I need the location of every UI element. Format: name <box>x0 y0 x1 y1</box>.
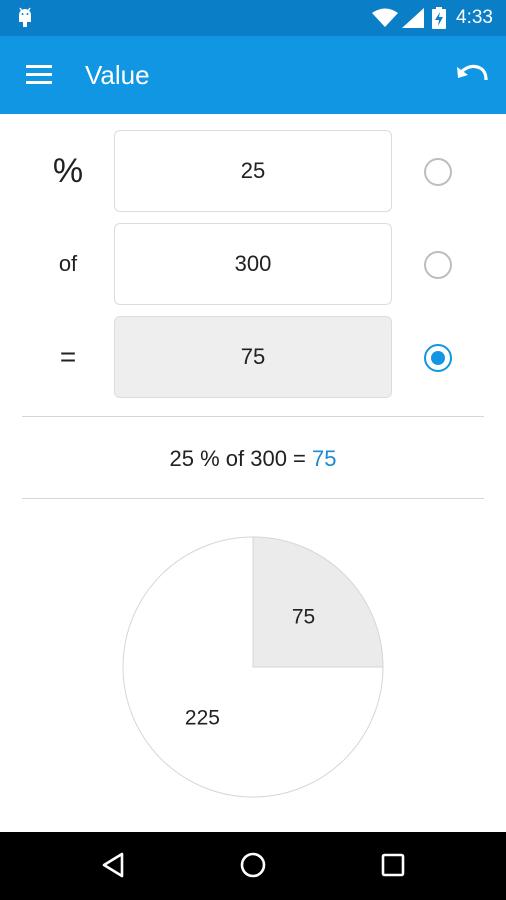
result-row: = 75 <box>0 316 506 398</box>
equation-result: 75 <box>312 446 337 471</box>
percent-radio[interactable] <box>424 158 452 186</box>
recents-button[interactable] <box>378 850 408 885</box>
equation-expression: 25 % of 300 = <box>169 446 312 471</box>
hamburger-icon <box>26 65 52 84</box>
divider <box>22 416 484 417</box>
back-button[interactable] <box>99 850 129 885</box>
pie-slice-0 <box>252 536 384 668</box>
result-radio[interactable] <box>424 344 452 372</box>
home-circle-icon <box>240 852 266 878</box>
percent-label: % <box>52 152 84 190</box>
android-notification-icon <box>14 7 36 34</box>
pie-slice-label: 225 <box>185 707 220 730</box>
signal-icon <box>402 8 424 33</box>
base-value-radio[interactable] <box>424 251 452 279</box>
navigation-bar <box>0 832 506 900</box>
of-label: of <box>58 251 78 276</box>
status-time: 4:33 <box>456 7 493 28</box>
divider <box>22 498 484 499</box>
page-title: Value <box>85 60 150 90</box>
battery-charging-icon <box>432 7 446 34</box>
equals-label: = <box>59 341 77 372</box>
app-bar: Value <box>0 36 506 114</box>
undo-button[interactable] <box>452 58 492 92</box>
menu-button[interactable] <box>18 58 58 92</box>
pie-chart: 75 225 <box>122 536 384 798</box>
recents-square-icon <box>381 853 405 877</box>
result-field[interactable]: 75 <box>114 316 392 398</box>
wifi-icon <box>372 8 398 33</box>
of-row: of 300 <box>0 223 506 305</box>
equation-summary: 25 % of 300 = 75 <box>0 446 506 472</box>
status-bar: 4:33 <box>0 0 506 36</box>
pie-slice-label: 75 <box>292 605 315 628</box>
back-triangle-icon <box>102 852 124 878</box>
undo-icon <box>457 64 488 81</box>
percent-input[interactable]: 25 <box>114 130 392 212</box>
base-value-input[interactable]: 300 <box>114 223 392 305</box>
home-button[interactable] <box>238 850 268 885</box>
percent-row: % 25 <box>0 130 506 212</box>
